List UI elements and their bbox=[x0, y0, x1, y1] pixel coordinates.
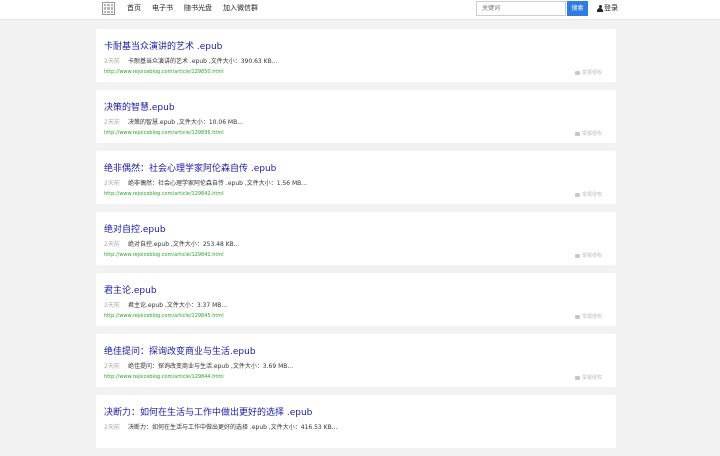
result-card: 决断力：如何在生活与工作中做出更好的选择 .epub 2天前 决断力：如何在生活… bbox=[96, 395, 616, 448]
result-card: 君主论.epub 2天前 君主论.epub ,文件大小：3.37 MB... h… bbox=[96, 273, 616, 326]
result-card: 绝非偶然：社会心理学家阿伦森自传 .epub 2天前 绝非偶然：社会心理学家阿伦… bbox=[96, 151, 616, 204]
login-link[interactable]: 登录 bbox=[597, 3, 618, 13]
top-navbar: 首页 电子书 随书光盘 加入微信群 搜索 登录 bbox=[0, 0, 720, 20]
result-title[interactable]: 决策的智慧.epub bbox=[104, 100, 175, 113]
main-nav: 首页 电子书 随书光盘 加入微信群 bbox=[127, 3, 269, 13]
result-url[interactable]: http://www.rejoiceblog.com/article/12983… bbox=[104, 130, 224, 136]
result-title[interactable]: 绝非偶然：社会心理学家阿伦森自传 .epub bbox=[104, 161, 276, 174]
report-label: 举报侵权 bbox=[581, 253, 602, 259]
result-card: 卡耐基当众演讲的艺术 .epub 2天前 卡耐基当众演讲的艺术 .epub ,文… bbox=[96, 29, 616, 82]
result-description: 绝非偶然：社会心理学家阿伦森自传 .epub ,文件大小：1.56 MB... bbox=[128, 180, 308, 187]
report-link[interactable]: 举报侵权 bbox=[574, 252, 602, 259]
result-url[interactable]: http://www.rejoiceblog.com/article/12985… bbox=[104, 69, 224, 75]
result-description: 卡耐基当众演讲的艺术 .epub ,文件大小：390.63 KB... bbox=[128, 58, 278, 65]
report-link[interactable]: 举报侵权 bbox=[574, 313, 602, 320]
result-time: 2天前 bbox=[104, 180, 120, 187]
report-link[interactable]: 举报侵权 bbox=[574, 69, 602, 76]
result-url[interactable]: http://www.rejoiceblog.com/article/12984… bbox=[104, 313, 224, 319]
results-list: 卡耐基当众演讲的艺术 .epub 2天前 卡耐基当众演讲的艺术 .epub ,文… bbox=[96, 29, 616, 456]
result-description: 君主论.epub ,文件大小：3.37 MB... bbox=[128, 302, 228, 309]
report-link[interactable]: 举报侵权 bbox=[574, 191, 602, 198]
flag-icon bbox=[574, 131, 580, 136]
result-time: 2天前 bbox=[104, 241, 120, 248]
result-title[interactable]: 绝佳提问：探询改变商业与生活.epub bbox=[104, 344, 256, 357]
report-label: 举报侵权 bbox=[581, 192, 602, 198]
report-link[interactable]: 举报侵权 bbox=[574, 130, 602, 137]
result-time: 2天前 bbox=[104, 302, 120, 309]
flag-icon bbox=[574, 253, 580, 258]
search-input[interactable] bbox=[476, 1, 566, 16]
report-label: 举报侵权 bbox=[581, 314, 602, 320]
nav-item-ebooks[interactable]: 电子书 bbox=[152, 3, 173, 13]
result-card: 决策的智慧.epub 2天前 决策的智慧.epub ,文件大小：10.06 MB… bbox=[96, 90, 616, 143]
result-description: 绝对自控.epub ,文件大小：253.48 KB... bbox=[128, 241, 240, 248]
result-time: 2天前 bbox=[104, 58, 120, 65]
nav-item-wechat-group[interactable]: 加入微信群 bbox=[223, 3, 258, 13]
nav-item-home[interactable]: 首页 bbox=[127, 3, 141, 13]
flag-icon bbox=[574, 375, 580, 380]
report-label: 举报侵权 bbox=[581, 70, 602, 76]
result-time: 2天前 bbox=[104, 424, 120, 431]
result-time: 2天前 bbox=[104, 363, 120, 370]
result-description: 决策的智慧.epub ,文件大小：10.06 MB... bbox=[128, 119, 243, 126]
nav-item-cd[interactable]: 随书光盘 bbox=[184, 3, 212, 13]
grid-icon[interactable] bbox=[102, 2, 115, 15]
flag-icon bbox=[574, 70, 580, 75]
flag-icon bbox=[574, 314, 580, 319]
login-label: 登录 bbox=[604, 4, 618, 12]
report-label: 举报侵权 bbox=[581, 375, 602, 381]
result-url[interactable]: http://www.rejoiceblog.com/article/12984… bbox=[104, 374, 224, 380]
result-time: 2天前 bbox=[104, 119, 120, 126]
report-link[interactable]: 举报侵权 bbox=[574, 374, 602, 381]
report-label: 举报侵权 bbox=[581, 131, 602, 137]
result-title[interactable]: 决断力：如何在生活与工作中做出更好的选择 .epub bbox=[104, 405, 312, 418]
result-title[interactable]: 卡耐基当众演讲的艺术 .epub bbox=[104, 39, 222, 52]
result-title[interactable]: 绝对自控.epub bbox=[104, 222, 166, 235]
result-description: 绝佳提问：探询改变商业与生活.epub ,文件大小：3.69 MB... bbox=[128, 363, 294, 370]
search-button[interactable]: 搜索 bbox=[567, 1, 588, 16]
result-card: 绝佳提问：探询改变商业与生活.epub 2天前 绝佳提问：探询改变商业与生活.e… bbox=[96, 334, 616, 387]
result-title[interactable]: 君主论.epub bbox=[104, 283, 157, 296]
result-url[interactable]: http://www.rejoiceblog.com/article/12984… bbox=[104, 191, 224, 197]
result-card: 绝对自控.epub 2天前 绝对自控.epub ,文件大小：253.48 KB.… bbox=[96, 212, 616, 265]
flag-icon bbox=[574, 192, 580, 197]
result-description: 决断力：如何在生活与工作中做出更好的选择 .epub ,文件大小：416.53 … bbox=[128, 424, 338, 431]
user-icon bbox=[597, 4, 603, 12]
result-url[interactable]: http://www.rejoiceblog.com/article/12984… bbox=[104, 252, 224, 258]
